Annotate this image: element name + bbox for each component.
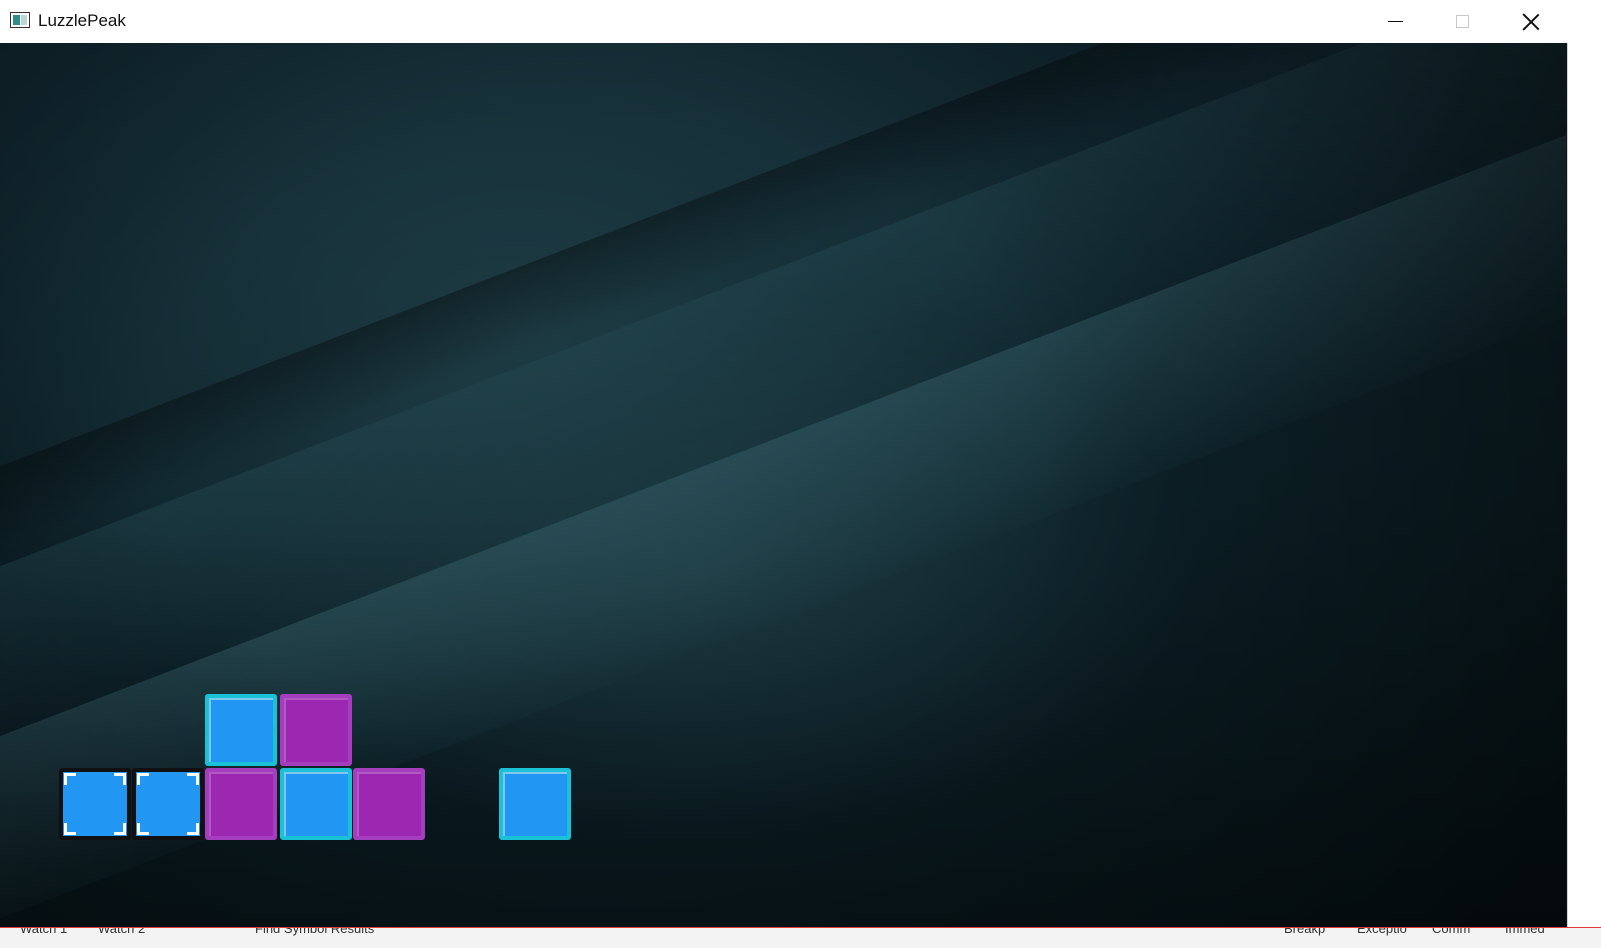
background-tab: Watch 1 (20, 927, 68, 936)
puzzle-block-purple[interactable] (280, 694, 352, 766)
selection-corner (114, 773, 126, 785)
minimize-button[interactable] (1362, 0, 1428, 43)
background-tab: Comm (1432, 927, 1471, 936)
puzzle-block-purple[interactable] (353, 768, 425, 840)
puzzle-block-selected[interactable] (59, 768, 131, 840)
maximize-icon (1455, 15, 1469, 28)
game-canvas[interactable] (0, 43, 1566, 927)
close-icon (1522, 13, 1540, 31)
selection-corner (187, 773, 199, 785)
background-tab: Exceptio (1357, 927, 1407, 936)
selection-corner (187, 823, 199, 835)
close-button[interactable] (1498, 0, 1564, 43)
selection-corner (64, 823, 76, 835)
game-window: LuzzlePeak (0, 0, 1568, 927)
background-tab: Watch 2 (98, 927, 146, 936)
window-title: LuzzlePeak (38, 11, 126, 30)
title-bar[interactable]: LuzzlePeak (0, 0, 1568, 43)
puzzle-block-blue[interactable] (499, 768, 571, 840)
background-tab: Breakp (1284, 927, 1326, 936)
puzzle-block-purple[interactable] (205, 768, 277, 840)
background-tab: Find Symbol Results (255, 927, 375, 936)
puzzle-block-blue[interactable] (205, 694, 277, 766)
selection-corner (137, 823, 149, 835)
selection-corner (64, 773, 76, 785)
selection-corner (114, 823, 126, 835)
app-icon (10, 12, 30, 28)
selection-corner (137, 773, 149, 785)
minimize-icon (1387, 21, 1403, 22)
background-tab: Immed (1505, 927, 1545, 936)
puzzle-block-selected[interactable] (132, 768, 204, 840)
background-app-strip: Watch 1 Watch 2 Find Symbol Results Brea… (0, 927, 1601, 948)
puzzle-block-blue[interactable] (280, 768, 352, 840)
maximize-button[interactable] (1429, 0, 1495, 43)
